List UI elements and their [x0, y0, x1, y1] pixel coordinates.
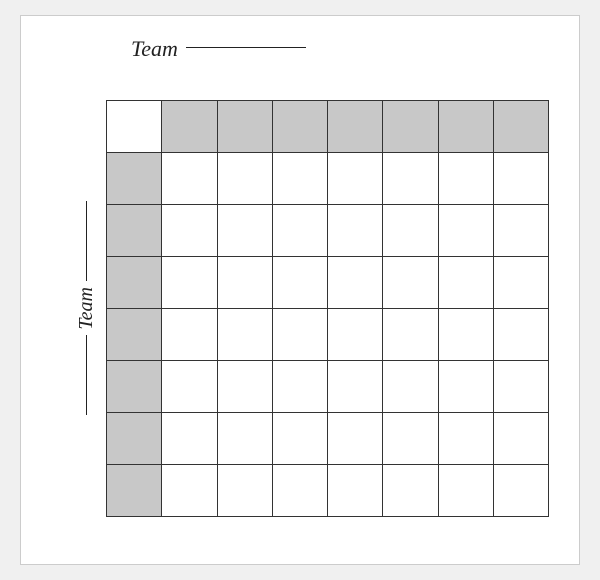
cell-0-1 — [162, 100, 217, 152]
cell-2-3 — [272, 204, 327, 256]
content-area: Team — [71, 72, 549, 544]
side-label: Team — [75, 287, 98, 330]
cell-4-6 — [438, 308, 493, 360]
cell-7-7 — [493, 464, 548, 516]
grid-wrapper — [106, 100, 549, 517]
cell-2-5 — [383, 204, 438, 256]
side-line-top — [86, 201, 87, 281]
side-line-bottom — [86, 335, 87, 415]
cell-3-4 — [328, 256, 383, 308]
cell-2-7 — [493, 204, 548, 256]
table-row — [107, 204, 549, 256]
table-row — [107, 412, 549, 464]
cell-5-1 — [162, 360, 217, 412]
cell-4-1 — [162, 308, 217, 360]
cell-0-5 — [383, 100, 438, 152]
header-title: Team — [131, 36, 178, 62]
cell-7-0 — [107, 464, 162, 516]
cell-6-1 — [162, 412, 217, 464]
cell-0-3 — [272, 100, 327, 152]
cell-7-3 — [272, 464, 327, 516]
cell-3-6 — [438, 256, 493, 308]
cell-2-2 — [217, 204, 272, 256]
header-underline — [186, 47, 306, 48]
cell-3-2 — [217, 256, 272, 308]
cell-7-6 — [438, 464, 493, 516]
cell-5-0 — [107, 360, 162, 412]
cell-1-5 — [383, 152, 438, 204]
cell-1-4 — [328, 152, 383, 204]
cell-6-3 — [272, 412, 327, 464]
cell-1-0 — [107, 152, 162, 204]
cell-6-4 — [328, 412, 383, 464]
cell-4-4 — [328, 308, 383, 360]
cell-3-1 — [162, 256, 217, 308]
cell-4-2 — [217, 308, 272, 360]
cell-3-0 — [107, 256, 162, 308]
cell-1-7 — [493, 152, 548, 204]
cell-2-1 — [162, 204, 217, 256]
cell-5-4 — [328, 360, 383, 412]
cell-5-6 — [438, 360, 493, 412]
page: Team Team — [20, 15, 580, 565]
cell-1-6 — [438, 152, 493, 204]
table-row — [107, 360, 549, 412]
table-row — [107, 100, 549, 152]
cell-2-6 — [438, 204, 493, 256]
cell-5-7 — [493, 360, 548, 412]
cell-0-6 — [438, 100, 493, 152]
cell-3-3 — [272, 256, 327, 308]
cell-7-2 — [217, 464, 272, 516]
cell-0-0 — [107, 100, 162, 152]
cell-5-5 — [383, 360, 438, 412]
cell-5-2 — [217, 360, 272, 412]
cell-3-7 — [493, 256, 548, 308]
grid-table — [106, 100, 549, 517]
table-row — [107, 464, 549, 516]
side-label-container: Team — [71, 72, 101, 544]
cell-4-7 — [493, 308, 548, 360]
cell-1-2 — [217, 152, 272, 204]
header-row: Team — [131, 36, 306, 62]
cell-1-1 — [162, 152, 217, 204]
cell-4-5 — [383, 308, 438, 360]
cell-2-0 — [107, 204, 162, 256]
cell-0-7 — [493, 100, 548, 152]
cell-7-1 — [162, 464, 217, 516]
table-row — [107, 308, 549, 360]
cell-5-3 — [272, 360, 327, 412]
cell-2-4 — [328, 204, 383, 256]
cell-0-4 — [328, 100, 383, 152]
cell-6-7 — [493, 412, 548, 464]
cell-6-0 — [107, 412, 162, 464]
cell-3-5 — [383, 256, 438, 308]
table-row — [107, 256, 549, 308]
table-row — [107, 152, 549, 204]
cell-6-6 — [438, 412, 493, 464]
cell-1-3 — [272, 152, 327, 204]
cell-6-5 — [383, 412, 438, 464]
cell-6-2 — [217, 412, 272, 464]
cell-4-0 — [107, 308, 162, 360]
cell-0-2 — [217, 100, 272, 152]
cell-4-3 — [272, 308, 327, 360]
cell-7-5 — [383, 464, 438, 516]
cell-7-4 — [328, 464, 383, 516]
